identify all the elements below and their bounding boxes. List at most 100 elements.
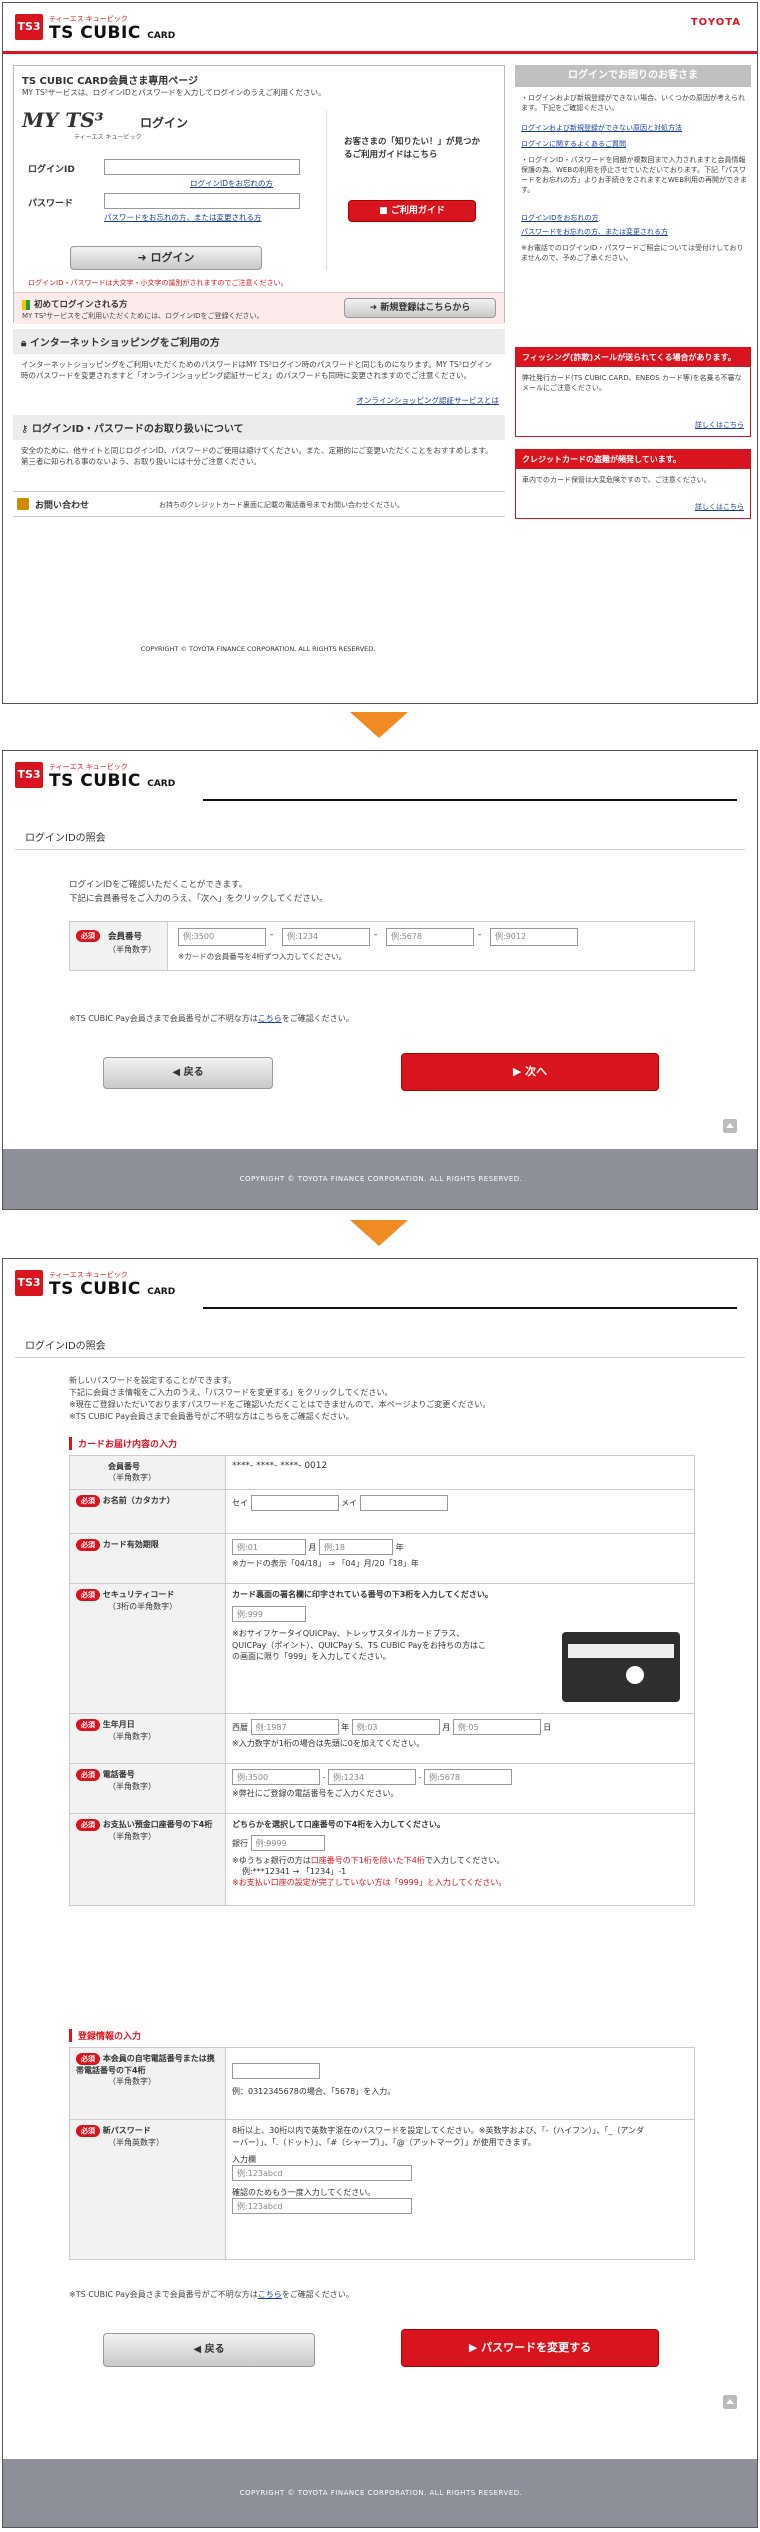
member-no-input-1[interactable]: 例:3500 [178, 928, 266, 946]
help-link-cause[interactable]: ログインおよび新規登録ができない原因と対処方法 [521, 123, 747, 133]
bank-prefix: 銀行 [232, 1839, 248, 1848]
next-button[interactable]: ▶ 次へ [401, 1053, 659, 1091]
bank-account-input[interactable]: 例:9999 [250, 1835, 325, 1851]
header-rule [203, 1307, 737, 1309]
security-label: セキュリティコード [102, 1590, 175, 1599]
required-badge: 必須 [76, 1819, 100, 1831]
tel-input-2[interactable]: 例:1234 [327, 1769, 416, 1785]
birth-day-input[interactable]: 例:05 [452, 1719, 541, 1735]
row-expiry: 必須 カード有効期限 例:01 月 例:18 年 ※カードの表示「04/18」 ⇒… [69, 1533, 695, 1584]
shopping-auth-link[interactable]: オンラインショッピング認証サービスとは [357, 395, 500, 406]
circle-arrow-icon: ◀ [172, 1067, 184, 1078]
tel-input-3[interactable]: 例:5678 [423, 1769, 512, 1785]
month-label: 月 [442, 1723, 451, 1732]
member-label: 会員番号 [108, 1462, 140, 1471]
pay-help-link[interactable]: こちら [258, 1014, 282, 1023]
page-top-button[interactable] [723, 1119, 737, 1133]
member-no-input-2[interactable]: 例:1234 [282, 928, 370, 946]
mei-input[interactable] [359, 1495, 448, 1511]
expiry-month-input[interactable]: 例:01 [232, 1539, 306, 1555]
intro-3: ※現在ご登録いただいておりますパスワードをご確認いただくことはできませんので、本… [69, 1400, 491, 1409]
password-label: 新パスワード [102, 2126, 151, 2135]
forgot-id-link[interactable]: ログインIDをお忘れの方 [190, 178, 273, 189]
contact-section: お問い合わせ お持ちのクレジットカード裏面に記載の電話番号までお問い合わせくださ… [13, 491, 505, 517]
circle-arrow-icon: ▶ [512, 1065, 526, 1078]
back-button[interactable]: ◀ 戻る [103, 2333, 315, 2367]
birth-month-input[interactable]: 例:03 [351, 1719, 440, 1735]
home-phone-input[interactable] [232, 2063, 320, 2079]
day-label: 日 [543, 1723, 552, 1732]
circle-arrow-icon: ◀ [193, 2344, 205, 2355]
login-button[interactable]: ➜ ログイン [70, 246, 262, 270]
name-label: お名前（カタカナ） [102, 1496, 175, 1505]
forgot-password-link[interactable]: パスワードをお忘れの方、または変更される方 [104, 212, 304, 223]
register-button[interactable]: ➜ 新規登録はこちらから [344, 298, 496, 318]
password-input-label: 入力欄 [232, 2155, 256, 2165]
page-title: ログインIDの照会 [25, 1341, 106, 1352]
help-link-forgot-id[interactable]: ログインIDをお忘れの方 [521, 213, 598, 223]
intro-text: MY TS³サービスは、ログインIDとパスワードを入力してログインのうえご利用く… [22, 88, 326, 97]
page-title: ログインIDの照会 [25, 833, 106, 844]
book-icon: ■ [379, 206, 391, 216]
tel-input-1[interactable]: 例:3500 [232, 1769, 320, 1785]
bank-note-2: 例:***12341 → 「1234」-1 [242, 1867, 347, 1876]
guide-button[interactable]: ■ ご利用ガイド [348, 200, 476, 222]
shopping-text: インターネットショッピングをご利用いただくためのパスワードはMY TS³ログイン… [21, 360, 492, 380]
brand-name[interactable]: TS CUBIC CARD [49, 771, 175, 791]
copyright: COPYRIGHT © TOYOTA FINANCE CORPORATION. … [140, 645, 376, 653]
footer: COPYRIGHT © TOYOTA FINANCE CORPORATION. … [3, 2459, 757, 2527]
theft-heading: クレジットカードの盗難が頻発しています。 [516, 450, 750, 469]
password-note: 8桁以上、30桁以内で英数字混在のパスワードを設定してください。※英数字および、… [232, 2126, 645, 2147]
brand-logo[interactable]: TS3 [15, 1270, 43, 1296]
case-note: ログインID・パスワードは大文字・小文字の識別がされますのでご注意ください。 [28, 279, 288, 287]
brand-logo[interactable]: TS3 [15, 14, 43, 40]
mei-label: メイ [341, 1498, 358, 1508]
password-input[interactable] [104, 193, 300, 209]
page-top-button[interactable] [723, 2395, 737, 2409]
member-sub: （半角数字） [108, 1473, 156, 1482]
required-badge: 必須 [76, 1719, 100, 1731]
theft-link[interactable]: 詳しくはこちら [695, 502, 744, 512]
expiry-year-input[interactable]: 例:18 [319, 1539, 394, 1555]
help-link-forgot-pw[interactable]: パスワードをお忘れの方、または変更される方 [521, 227, 668, 237]
row-tel: 必須 電話番号 （半角数字） 例:3500 - 例:1234 - 例:5678 ※弊… [69, 1763, 695, 1814]
confirm-password-input[interactable]: 例:123abcd [232, 2198, 412, 2215]
member-no-input-4[interactable]: 例:9012 [490, 928, 578, 946]
required-badge: 必須 [76, 1539, 100, 1551]
birth-note: ※入力数字が1桁の場合は先頭に0を加えてください。 [232, 1739, 425, 1748]
security-code-input[interactable]: 例:999 [232, 1606, 306, 1622]
new-password-input[interactable]: 例:123abcd [232, 2165, 412, 2182]
intro-4: ※TS CUBIC Pay会員さまで会員番号がご不明な方はこちらをご確認ください… [69, 1412, 354, 1421]
row-birth: 必須 生年月日 （半角数字） 西暦 例:1987 年 例:03 月 例:05 日 ※… [69, 1713, 695, 1764]
header: TS3 ティーエス キュービック TS CUBIC CARD [3, 751, 757, 799]
change-password-button[interactable]: ▶ パスワードを変更する [401, 2329, 659, 2367]
first-login-title: 初めてログインされる方 [34, 300, 128, 310]
brand-name[interactable]: TS CUBIC CARD [49, 23, 175, 43]
era-label: 西暦 [232, 1723, 248, 1732]
title-rule [15, 1357, 745, 1358]
header: TS3 ティーエス キュービック TS CUBIC CARD [3, 1259, 757, 1307]
help-link-faq[interactable]: ログインに関するよくあるご質問 [521, 139, 626, 149]
member-no-input-3[interactable]: 例:5678 [386, 928, 474, 946]
brand-name[interactable]: TS CUBIC CARD [49, 1279, 175, 1299]
header-rule [203, 799, 737, 801]
brand-logo[interactable]: TS3 [15, 762, 43, 788]
year-label: 年 [341, 1723, 350, 1732]
phishing-link[interactable]: 詳しくはこちら [695, 420, 744, 430]
birth-year-input[interactable]: 例:1987 [250, 1719, 339, 1735]
pay-help-link[interactable]: こちら [258, 2290, 282, 2299]
title-rule [15, 849, 745, 850]
header-rule [3, 51, 757, 54]
phishing-text: 弊社発行カード(TS CUBIC CARD、ENEOS カード等)を名乗る不審な… [522, 374, 742, 393]
flow-arrow-icon [350, 1220, 408, 1246]
home-phone-sub: （半角数字） [108, 2077, 156, 2086]
circle-arrow-icon: ➜ [369, 303, 381, 313]
pay-note: ※TS CUBIC Pay会員さまで会員番号がご不明な方はこちらをご確認ください… [69, 2290, 354, 2299]
security-head: カード裏面の署名欄に印字されている番号の下3桁を入力してください。 [232, 1590, 493, 1599]
login-id-input[interactable] [104, 159, 300, 175]
tel-note: ※弊社にご登録の電話番号をご入力ください。 [232, 1789, 399, 1798]
section-register-heading: 登録情報の入力 [69, 2029, 141, 2042]
back-button[interactable]: ◀ 戻る [103, 1057, 273, 1089]
expiry-label: カード有効期限 [102, 1540, 159, 1549]
sei-input[interactable] [250, 1495, 339, 1511]
